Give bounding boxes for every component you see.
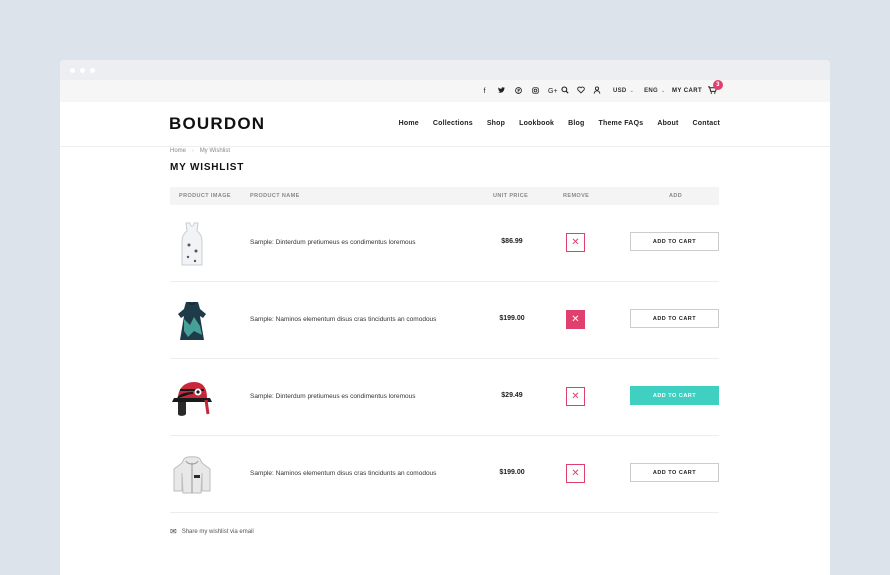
window-dot[interactable] [80,67,85,73]
chevron-right-icon: › [192,148,194,154]
pinterest-icon[interactable] [514,86,523,96]
add-to-cart-button[interactable]: ADD TO CART [630,309,719,328]
product-name[interactable]: Sample: Dinterdum pretiumeus es condimen… [250,239,415,246]
chevron-down-icon: ⌄ [660,88,666,94]
utility-icons [560,80,601,102]
nav-item-shop[interactable]: Shop [487,120,505,127]
remove-button[interactable]: ✕ [566,233,585,252]
add-to-cart-button[interactable]: ADD TO CART [630,386,719,405]
breadcrumb-home[interactable]: Home [170,148,186,154]
wishlist-section: Home › My Wishlist MY WISHLIST PRODUCT I… [170,148,719,536]
main-nav: Home Collections Shop Lookbook Blog Them… [399,120,720,127]
share-wishlist-link[interactable]: ✉ Share my wishlist via email [170,527,719,536]
breadcrumb-current: My Wishlist [199,148,231,154]
table-row: Sample: Dinterdum pretiumeus es condimen… [170,359,719,436]
add-to-cart-button[interactable]: ADD TO CART [630,463,719,482]
main-header: BOURDON Home Collections Shop Lookbook B… [60,102,830,147]
window-dot[interactable] [90,67,95,73]
window-dot[interactable] [70,67,75,73]
instagram-icon[interactable] [531,86,540,96]
facebook-icon[interactable]: f [480,88,489,95]
table-row: Sample: Naminos elementum disus cras tin… [170,436,719,513]
top-bar: f G+ USD ⌄ ENG ⌄ MY CART 3 [60,80,830,102]
locale-selectors: USD ⌄ ENG ⌄ [613,80,665,102]
remove-button[interactable]: ✕ [566,464,585,483]
google-plus-icon[interactable]: G+ [548,88,558,95]
social-links: f G+ [480,80,558,102]
remove-button[interactable]: ✕ [566,310,585,329]
brand-logo[interactable]: BOURDON [169,114,265,134]
add-to-cart-button[interactable]: ADD TO CART [630,232,719,251]
chevron-down-icon: ⌄ [629,88,635,94]
remove-button[interactable]: ✕ [566,387,585,406]
header-product-name: PRODUCT NAME [250,193,300,199]
browser-window: f G+ USD ⌄ ENG ⌄ MY CART 3 BOURDON Home Co [60,60,830,575]
unit-price: $29.49 [501,392,523,399]
header-unit-price: UNIT PRICE [493,193,529,199]
table-row: Sample: Naminos elementum disus cras tin… [170,282,719,359]
page-title: MY WISHLIST [170,162,245,173]
nav-item-lookbook[interactable]: Lookbook [519,120,554,127]
envelope-icon: ✉ [170,527,177,536]
share-label: Share my wishlist via email [181,528,254,535]
window-chrome [60,60,830,80]
close-icon: ✕ [571,467,580,479]
twitter-icon[interactable] [497,87,506,95]
table-row: Sample: Dinterdum pretiumeus es condimen… [170,205,719,282]
breadcrumb: Home › My Wishlist [170,148,719,154]
nav-item-blog[interactable]: Blog [568,120,584,127]
nav-item-about[interactable]: About [657,120,678,127]
search-icon[interactable] [560,86,569,96]
product-name[interactable]: Sample: Naminos elementum disus cras tin… [250,470,436,477]
cart-label: MY CART [672,88,703,94]
nav-item-contact[interactable]: Contact [693,120,720,127]
currency-select[interactable]: USD ⌄ [613,88,634,94]
nav-item-collections[interactable]: Collections [433,120,473,127]
header-add: ADD [669,193,683,199]
unit-price: $199.00 [499,469,525,476]
cart-count-badge: 3 [713,80,724,90]
header-product-image: PRODUCT IMAGE [179,193,231,199]
product-image-tank-top[interactable] [170,219,214,269]
product-name[interactable]: Sample: Naminos elementum disus cras tin… [250,316,436,323]
unit-price: $86.99 [501,238,523,245]
product-image-jacket[interactable] [170,450,214,500]
cart-icon: 3 [708,80,724,96]
product-name[interactable]: Sample: Dinterdum pretiumeus es condimen… [250,393,415,400]
close-icon: ✕ [571,390,580,402]
user-icon[interactable] [592,86,601,96]
close-icon: ✕ [571,236,580,248]
close-icon: ✕ [571,313,580,325]
nav-item-theme-faqs[interactable]: Theme FAQs [599,120,644,127]
language-value: ENG [644,88,658,94]
header-remove: REMOVE [563,193,590,199]
heart-icon[interactable] [576,86,585,96]
product-image-hat[interactable] [170,373,214,423]
language-select[interactable]: ENG ⌄ [644,88,665,94]
product-image-dress[interactable] [170,296,214,346]
currency-value: USD [613,88,627,94]
unit-price: $199.00 [499,315,525,322]
table-header: PRODUCT IMAGE PRODUCT NAME UNIT PRICE RE… [170,187,719,205]
cart-link[interactable]: MY CART 3 [672,80,724,102]
nav-item-home[interactable]: Home [399,120,419,127]
